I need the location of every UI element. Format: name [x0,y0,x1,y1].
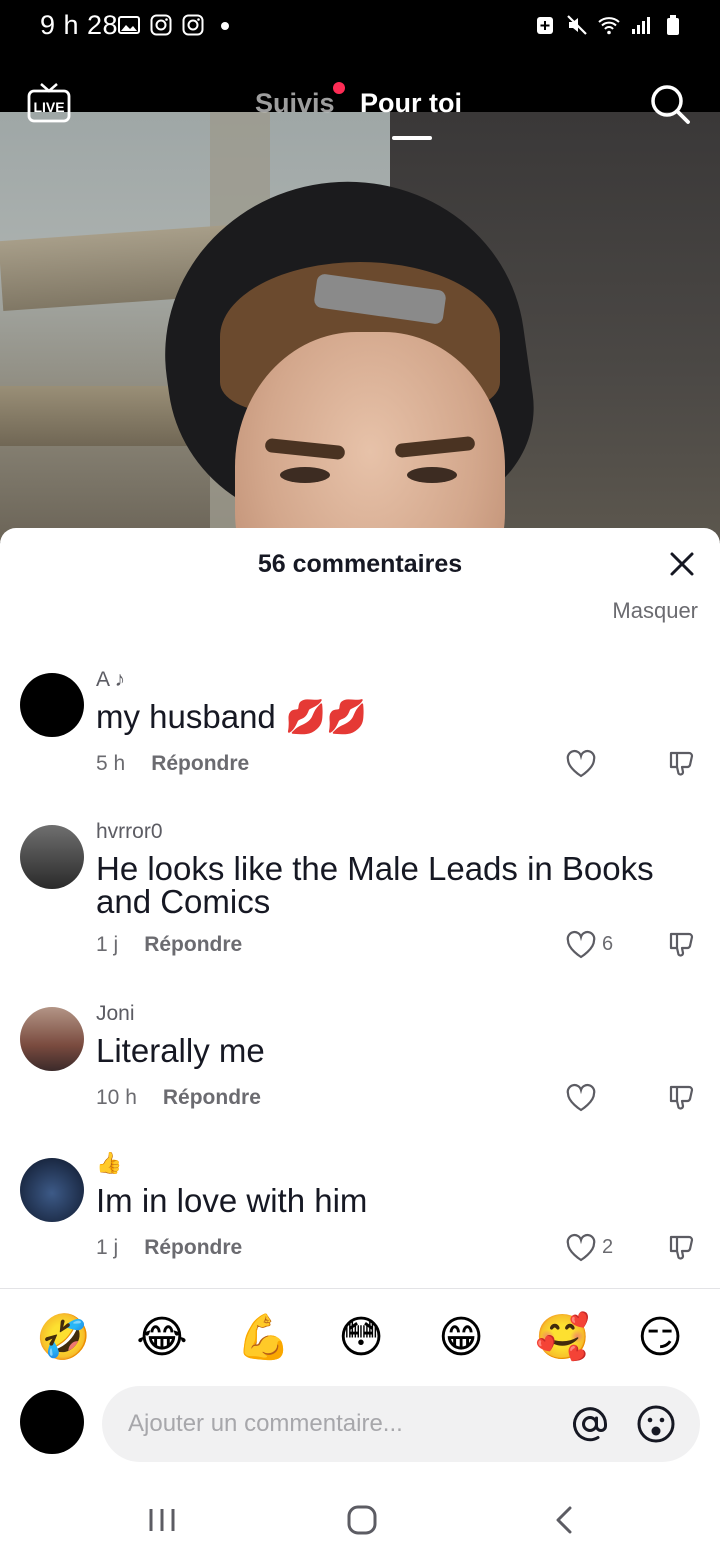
status-time: 9 h 28 [40,10,119,40]
comment-meta: 10 h Répondre [96,1086,261,1110]
active-tab-indicator [392,136,432,140]
heart-icon[interactable] [565,930,597,960]
instagram-icon [150,14,172,36]
home-icon[interactable] [342,1500,382,1540]
comment-text: Literally me [96,1032,265,1069]
comment-text: my husband 💋💋 [96,698,368,735]
comment-text: He looks like the Male Leads in Books an… [96,850,654,920]
my-avatar[interactable] [20,1390,84,1454]
reply-button[interactable]: Répondre [144,933,242,956]
tab-for-you[interactable]: Pour toi [360,88,462,119]
battery-icon [667,15,679,35]
instagram-icon [182,14,204,36]
dot-icon [221,22,229,30]
recent-apps-icon[interactable] [142,1500,182,1540]
comment-text: Im in love with him [96,1182,368,1219]
emoji-picker-icon[interactable] [636,1404,676,1444]
comment-time: 1 j [96,1236,119,1259]
gallery-icon [118,16,140,34]
comment-username[interactable]: hvrror0 [96,820,163,844]
back-icon[interactable] [545,1500,585,1540]
comment-meta: 1 j Répondre [96,933,242,957]
eye [407,467,457,483]
avatar[interactable] [20,825,84,889]
comment-meta: 1 j Répondre [96,1236,242,1260]
comments-sheet: 56 commentaires Masquer A ♪ my husband 💋… [0,528,720,1560]
comment-meta: 5 h Répondre [96,752,249,776]
wifi-icon [598,17,620,35]
signal-icon [632,17,650,34]
comment-username[interactable]: 👍 [96,1152,122,1176]
avatar[interactable] [20,1158,84,1222]
emoji-smirk[interactable]: 😏 [634,1312,686,1364]
comments-count-title: 56 commentaires [257,550,463,578]
reply-button[interactable]: Répondre [163,1086,261,1109]
thumbs-down-icon[interactable] [667,930,697,960]
hide-comments-button[interactable]: Masquer [612,598,698,624]
comment-time: 5 h [96,752,126,775]
thumbs-down-icon[interactable] [667,1233,697,1263]
divider [0,1288,720,1289]
comment-time: 10 h [96,1086,137,1109]
close-icon[interactable] [666,548,698,580]
emoji-joy[interactable]: 😂 [136,1312,188,1364]
avatar[interactable] [20,1007,84,1071]
reply-button[interactable]: Répondre [151,752,249,775]
search-icon[interactable] [648,82,692,126]
status-left-icons [118,14,236,36]
system-nav-bar [0,1486,720,1560]
comment-username[interactable]: Joni [96,1002,135,1026]
brow [394,435,476,459]
heart-icon[interactable] [565,1083,597,1113]
thumbs-down-icon[interactable] [667,1083,697,1113]
status-right-icons [534,14,684,36]
emoji-flexed-biceps[interactable]: 💪 [236,1312,291,1364]
comment-time: 1 j [96,933,119,956]
comment-composer [102,1386,700,1462]
notification-dot [333,82,345,94]
heart-icon[interactable] [565,1233,597,1263]
comment-input[interactable] [128,1386,558,1462]
live-label: LIVE [33,99,64,115]
reply-button[interactable]: Répondre [144,1236,242,1259]
status-bar: 9 h 28 [0,0,720,56]
video-person [143,158,547,542]
like-count: 6 [602,933,614,955]
thumbs-down-icon[interactable] [667,749,697,779]
emoji-rofl[interactable]: 🤣 [36,1312,91,1364]
emoji-flushed[interactable]: 😳 [335,1312,387,1364]
tab-following[interactable]: Suivis [255,88,335,119]
eye [280,467,330,483]
live-tv-icon[interactable]: LIVE [26,80,72,126]
brow [264,437,346,461]
battery-saver-icon [537,17,553,34]
emoji-grin[interactable]: 😁 [435,1312,487,1364]
like-count: 2 [602,1236,614,1258]
quick-emoji-bar: 🤣 😂 💪 😳 😁 🥰 😏 [0,1312,720,1372]
heart-icon[interactable] [565,749,597,779]
avatar[interactable] [20,673,84,737]
comment-username[interactable]: A ♪ [96,668,125,692]
mention-icon[interactable] [570,1404,610,1444]
mute-icon [567,15,587,35]
emoji-smiling-hearts[interactable]: 🥰 [535,1312,590,1364]
